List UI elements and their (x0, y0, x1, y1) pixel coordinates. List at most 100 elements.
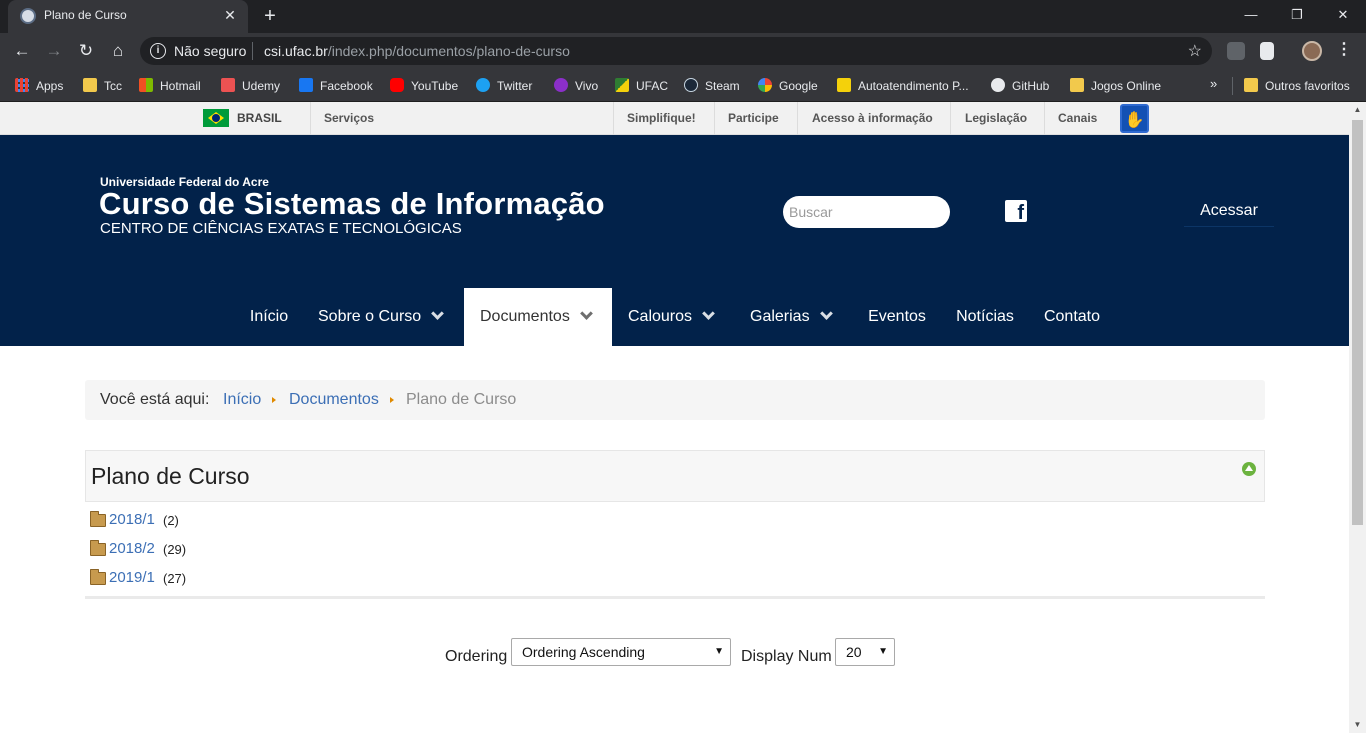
dropdown-arrow-icon: ▼ (714, 646, 724, 657)
libras-icon[interactable]: ✋ (1120, 104, 1149, 133)
bookmark-youtube[interactable]: YouTube (390, 76, 458, 96)
menu-item-calouros[interactable]: Calouros (612, 288, 734, 346)
chevron-down-icon (702, 307, 715, 320)
bookmark-apps[interactable]: Apps (15, 76, 63, 96)
main-menu: Início Sobre o Curso Documentos Calouros… (0, 288, 1349, 346)
chevron-down-icon (431, 307, 445, 320)
ordering-select[interactable]: Ordering Ascending ▼ (511, 638, 731, 666)
bookmark-jogos-online[interactable]: Jogos Online (1070, 76, 1161, 96)
search-input[interactable] (783, 196, 950, 228)
dropdown-arrow-icon: ▼ (878, 646, 888, 657)
page-title: Plano de Curso (91, 463, 250, 489)
skype-extension-icon[interactable] (1227, 42, 1245, 60)
menu-kebab-icon[interactable]: ⋮ (1336, 39, 1352, 59)
breadcrumb-link-documentos[interactable]: Documentos (289, 380, 379, 420)
gov-divider (950, 102, 951, 135)
gov-link-acesso-informacao[interactable]: Acesso à informação (812, 102, 933, 135)
gov-link-canais[interactable]: Canais (1058, 102, 1097, 135)
scroll-down-icon[interactable]: ▼ (1349, 717, 1366, 733)
course-title[interactable]: Curso de Sistemas de Informação (99, 186, 605, 222)
display-num-select[interactable]: 20 ▼ (835, 638, 895, 666)
gov-services-link[interactable]: Serviços (324, 102, 374, 135)
vivo-icon (554, 78, 568, 92)
page-scrollbar[interactable]: ▲ ▼ (1349, 102, 1366, 733)
bookmark-star-icon[interactable]: ☆ (1188, 41, 1202, 61)
folder-link[interactable]: 2019/1 (109, 568, 155, 588)
restore-button[interactable]: ❐ (1274, 0, 1320, 30)
gov-link-participe[interactable]: Participe (728, 102, 779, 135)
menu-item-galerias[interactable]: Galerias (736, 288, 854, 346)
bookmark-vivo[interactable]: Vivo (554, 76, 598, 96)
profile-avatar[interactable] (1302, 41, 1322, 61)
close-window-button[interactable]: ✕ (1320, 0, 1366, 30)
bookmark-tcc[interactable]: Tcc (83, 76, 122, 96)
facebook-icon[interactable]: f (1005, 200, 1027, 222)
menu-item-noticias[interactable]: Notícias (942, 288, 1028, 346)
folder-link[interactable]: 2018/2 (109, 539, 155, 559)
info-icon[interactable]: i (150, 43, 166, 59)
folder-count: (2) (163, 513, 179, 528)
browser-tabstrip: Plano de Curso ✕ + — ❐ ✕ (0, 0, 1366, 33)
apps-grid-icon (15, 78, 29, 92)
folder-icon (90, 511, 106, 527)
url-text[interactable]: csi.ufac.br/index.php/documentos/plano-d… (264, 43, 570, 59)
bookmark-udemy[interactable]: Udemy (221, 76, 280, 96)
reload-icon[interactable]: ↻ (74, 39, 98, 63)
address-divider (252, 42, 253, 60)
breadcrumb-arrow-icon (272, 397, 276, 403)
url-path: /index.php/documentos/plano-de-curso (327, 43, 570, 59)
ufac-icon (615, 78, 629, 92)
facebook-icon (299, 78, 313, 92)
folder-icon (1070, 78, 1084, 92)
bookmark-github[interactable]: GitHub (991, 76, 1049, 96)
bookmark-hotmail[interactable]: Hotmail (139, 76, 201, 96)
folder-icon (90, 569, 106, 585)
scroll-up-icon[interactable]: ▲ (1349, 102, 1366, 118)
address-bar[interactable]: i Não seguro csi.ufac.br/index.php/docum… (140, 37, 1212, 65)
tab-title: Plano de Curso (44, 8, 127, 22)
bookmark-facebook[interactable]: Facebook (299, 76, 373, 96)
forward-icon[interactable]: → (42, 39, 66, 63)
login-button[interactable]: Acessar (1184, 195, 1274, 227)
home-icon[interactable]: ⌂ (106, 39, 130, 63)
bookmark-ufac[interactable]: UFAC (615, 76, 668, 96)
new-tab-button[interactable]: + (258, 4, 282, 28)
bookmark-other-favorites[interactable]: Outros favoritos (1244, 76, 1350, 96)
back-icon[interactable]: ← (10, 39, 34, 63)
bookmarks-overflow-button[interactable]: » (1210, 76, 1217, 91)
gov-divider (1044, 102, 1045, 135)
tab-close-icon[interactable]: ✕ (222, 6, 238, 24)
bookmark-google[interactable]: Google (758, 76, 818, 96)
gov-divider (613, 102, 614, 135)
brazil-flag-icon (203, 109, 229, 127)
menu-item-sobre-o-curso[interactable]: Sobre o Curso (304, 288, 464, 346)
security-label[interactable]: Não seguro (174, 43, 246, 59)
bookmark-autoatendimento[interactable]: Autoatendimento P... (837, 76, 969, 96)
bookmark-steam[interactable]: Steam (684, 76, 740, 96)
browser-toolbar: ← → ↻ ⌂ i Não seguro csi.ufac.br/index.p… (0, 33, 1366, 69)
scroll-thumb[interactable] (1352, 120, 1363, 525)
menu-item-documentos[interactable]: Documentos (464, 288, 612, 346)
bookmark-twitter[interactable]: Twitter (476, 76, 532, 96)
up-arrow-icon[interactable] (1242, 462, 1256, 476)
gov-link-legislacao[interactable]: Legislação (965, 102, 1027, 135)
menu-item-inicio[interactable]: Início (234, 288, 304, 346)
chevron-down-icon (819, 307, 833, 320)
folder-link[interactable]: 2018/1 (109, 510, 155, 530)
ordering-label: Ordering (445, 648, 508, 665)
browser-tab[interactable]: Plano de Curso ✕ (8, 0, 248, 33)
breadcrumb-link-inicio[interactable]: Início (223, 380, 261, 420)
github-icon (991, 78, 1005, 92)
menu-item-eventos[interactable]: Eventos (854, 288, 940, 346)
folder-icon (90, 540, 106, 556)
display-num-value: 20 (846, 644, 862, 660)
gov-brasil-link[interactable]: BRASIL (237, 102, 282, 135)
minimize-button[interactable]: — (1228, 0, 1274, 30)
steam-icon (684, 78, 698, 92)
gov-link-simplifique[interactable]: Simplifique! (627, 102, 696, 135)
twitter-icon (476, 78, 490, 92)
menu-item-contato[interactable]: Contato (1030, 288, 1114, 346)
document-extension-icon[interactable] (1260, 42, 1274, 60)
center-name: CENTRO DE CIÊNCIAS EXATAS E TECNOLÓGICAS (100, 220, 462, 237)
folder-count: (27) (163, 571, 187, 586)
